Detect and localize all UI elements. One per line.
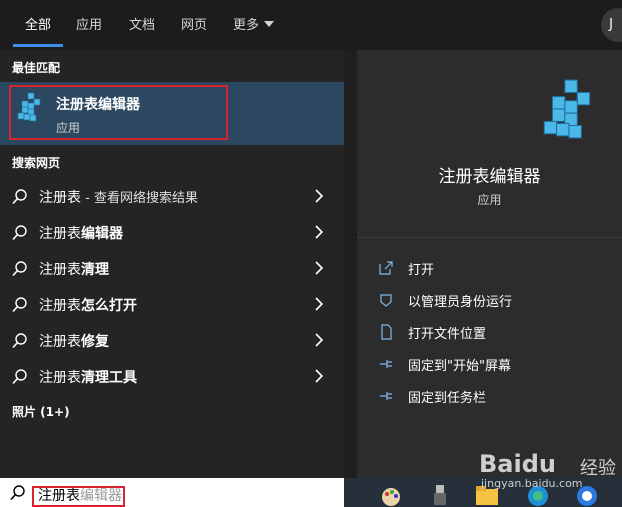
chevron-down-icon xyxy=(264,21,275,27)
shield-icon xyxy=(380,294,392,307)
file-location-icon xyxy=(381,324,392,340)
divider xyxy=(357,237,622,238)
web-result-item[interactable]: 注册表修复 xyxy=(0,322,344,358)
action-pin-to-taskbar[interactable]: 固定到任务栏 xyxy=(378,385,608,409)
watermark-brand: Baidu xyxy=(479,450,556,478)
paint-icon[interactable] xyxy=(378,483,404,507)
web-result-label: 注册表 - 查看网络搜索结果 xyxy=(39,190,198,206)
best-match-subtitle: 应用 xyxy=(56,121,81,135)
web-result-item[interactable]: 注册表怎么打开 xyxy=(0,286,344,322)
chevron-right-icon xyxy=(315,333,324,347)
web-result-item[interactable]: 注册表清理 xyxy=(0,250,344,286)
chevron-right-icon xyxy=(315,369,324,383)
action-pin-to-start[interactable]: 固定到"开始"屏幕 xyxy=(378,353,608,377)
search-icon xyxy=(12,297,27,313)
tab-more[interactable]: 更多 xyxy=(233,14,275,33)
tab-apps[interactable]: 应用 xyxy=(76,14,102,33)
tab-more-label: 更多 xyxy=(233,18,260,33)
action-label: 以管理员身份运行 xyxy=(408,295,513,310)
action-label: 固定到"开始"屏幕 xyxy=(408,359,511,374)
best-match-title: 注册表编辑器 xyxy=(56,97,140,113)
results-pane: 最佳匹配 注册表编辑器 应用 搜索网页 注册表 - 查看网络搜索结果 注册表编辑… xyxy=(0,50,344,478)
best-match-header: 最佳匹配 xyxy=(12,61,61,75)
action-run-as-admin[interactable]: 以管理员身份运行 xyxy=(378,289,608,313)
action-label: 打开 xyxy=(408,263,435,278)
web-search-header: 搜索网页 xyxy=(12,156,61,170)
web-result-item[interactable]: 注册表 - 查看网络搜索结果 xyxy=(0,178,344,214)
pin-icon xyxy=(380,392,392,400)
chevron-right-icon xyxy=(315,189,324,203)
web-result-item[interactable]: 注册表清理工具 xyxy=(0,358,344,394)
pin-icon xyxy=(380,360,392,368)
top-tab-bar: 全部 应用 文档 网页 更多 J xyxy=(0,0,622,50)
search-icon xyxy=(10,485,25,501)
search-icon xyxy=(12,189,27,205)
registry-editor-icon xyxy=(17,92,41,122)
registry-editor-large-icon xyxy=(543,79,591,139)
action-label: 打开文件位置 xyxy=(408,327,487,342)
usb-drive-icon[interactable] xyxy=(427,483,453,507)
web-result-label: 注册表怎么打开 xyxy=(39,298,137,314)
avatar[interactable]: J xyxy=(601,8,622,42)
action-label: 固定到任务栏 xyxy=(408,391,487,406)
photos-header[interactable]: 照片 (1+) xyxy=(12,403,70,420)
highlight-box xyxy=(32,486,125,507)
chevron-right-icon xyxy=(315,261,324,275)
web-result-label: 注册表清理工具 xyxy=(39,370,137,386)
tab-all[interactable]: 全部 xyxy=(25,14,51,33)
detail-subtitle: 应用 xyxy=(477,193,502,207)
detail-title: 注册表编辑器 xyxy=(438,167,541,187)
active-tab-indicator xyxy=(13,44,63,47)
search-icon xyxy=(12,333,27,349)
web-result-label: 注册表编辑器 xyxy=(39,226,123,242)
action-open[interactable]: 打开 xyxy=(378,257,608,281)
watermark-url: jingyan.baidu.com xyxy=(481,477,583,490)
watermark-cn: 经验 xyxy=(580,458,616,479)
chevron-right-icon xyxy=(315,297,324,311)
web-result-label: 注册表清理 xyxy=(39,262,109,278)
web-result-item[interactable]: 注册表编辑器 xyxy=(0,214,344,250)
open-icon xyxy=(379,261,393,275)
search-icon xyxy=(12,225,27,241)
tab-documents[interactable]: 文档 xyxy=(129,14,155,33)
web-result-label: 注册表修复 xyxy=(39,334,109,350)
action-open-file-location[interactable]: 打开文件位置 xyxy=(378,321,608,345)
tab-web[interactable]: 网页 xyxy=(181,14,207,33)
search-icon xyxy=(12,261,27,277)
chevron-right-icon xyxy=(315,225,324,239)
search-icon xyxy=(12,369,27,385)
